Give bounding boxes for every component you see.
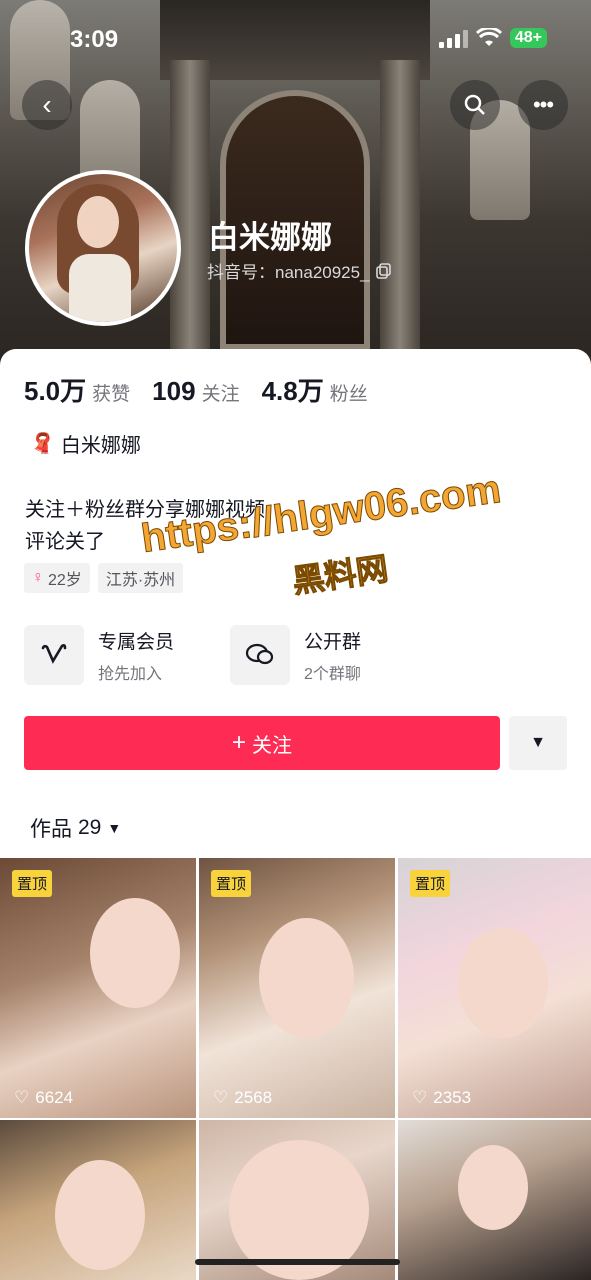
video-likes: ♡ 2353	[412, 1088, 471, 1108]
video-thumbnail[interactable]	[0, 1120, 196, 1280]
home-indicator	[195, 1259, 400, 1265]
works-tab[interactable]: 作品 29 ▼	[30, 813, 121, 843]
group-title: 公开群	[304, 631, 362, 653]
video-thumbnail[interactable]: 置顶 ♡ 2353	[398, 858, 591, 1118]
profile-tags: ♀ 22岁 江苏·苏州	[24, 563, 184, 593]
stat-followers[interactable]: 4.8万 粉丝	[262, 371, 368, 408]
stat-following[interactable]: 109 关注	[152, 376, 239, 407]
follow-label: 关注	[252, 734, 292, 757]
signature-name: 🧣 白米娜娜	[30, 429, 141, 458]
likes-count: 2568	[234, 1088, 273, 1107]
status-bar: 3:09 48+	[0, 26, 591, 56]
works-label: 作品	[30, 818, 72, 841]
group-chat-icon	[230, 625, 290, 685]
vip-membership-entry[interactable]: 专属会员 抢先加入	[24, 625, 230, 685]
recommend-dropdown-button[interactable]: ▼	[509, 716, 567, 770]
heart-icon: ♡	[213, 1088, 229, 1107]
more-icon: •••	[532, 92, 554, 117]
video-thumbnail[interactable]: 置顶 ♡ 2568	[199, 858, 395, 1118]
heart-icon: ♡	[412, 1088, 428, 1107]
pinned-badge: 置顶	[410, 870, 451, 897]
douyin-id-text: 抖音号：nana20925_	[207, 263, 370, 282]
search-button[interactable]	[450, 80, 500, 130]
location-tag-text: 江苏·苏州	[105, 572, 176, 589]
battery-indicator: 48+	[509, 28, 547, 48]
video-likes: ♡ 6624	[14, 1088, 73, 1108]
heart-icon: ♡	[14, 1088, 30, 1107]
works-count: 29	[78, 816, 102, 839]
pinned-badge: 置顶	[12, 870, 53, 897]
stat-likes: 5.0万 获赞	[24, 376, 131, 406]
more-options-button[interactable]: •••	[518, 80, 568, 130]
video-thumbnail[interactable]	[398, 1120, 591, 1280]
vip-title: 专属会员	[98, 631, 175, 653]
female-icon: ♀	[32, 569, 44, 586]
video-thumbnail[interactable]	[199, 1120, 395, 1280]
status-time: 3:09	[70, 26, 119, 53]
pinned-badge: 置顶	[211, 870, 252, 897]
scarf-icon: 🧣	[30, 433, 55, 455]
profile-stats: 5.0万 获赞 109 关注 4.8万 粉丝	[24, 371, 368, 408]
caret-down-icon: ▼	[530, 734, 546, 751]
location-tag: 江苏·苏州	[97, 563, 184, 593]
signal-icon	[438, 28, 468, 48]
age-tag-text: 22岁	[48, 572, 82, 589]
video-likes: ♡ 2568	[213, 1088, 272, 1108]
vip-v-icon	[24, 625, 84, 685]
chevron-left-icon: ‹	[42, 89, 52, 120]
video-grid: 置顶 ♡ 6624 置顶 ♡ 2568 置顶 ♡ 2353	[0, 858, 591, 1280]
plus-icon: +	[231, 729, 246, 756]
profile-name: 白米娜娜	[208, 220, 332, 255]
profile-sheet: 5.0万 获赞 109 关注 4.8万 粉丝 🧣 白米娜娜 关注＋粉丝群分享娜娜…	[0, 349, 591, 1280]
group-subtitle: 2个群聊	[304, 665, 361, 683]
back-button[interactable]: ‹	[22, 80, 72, 130]
likes-count: 6624	[35, 1088, 74, 1107]
vip-subtitle: 抢先加入	[98, 665, 163, 683]
douyin-id: 抖音号：nana20925_	[207, 258, 392, 283]
avatar[interactable]	[25, 170, 181, 326]
likes-count: 2353	[433, 1088, 472, 1107]
search-icon	[464, 94, 485, 115]
follow-button[interactable]: + 关注	[24, 716, 500, 770]
caret-down-icon: ▼	[107, 820, 122, 836]
public-group-entry[interactable]: 公开群 2个群聊	[230, 625, 436, 685]
copy-icon[interactable]	[375, 262, 392, 279]
age-tag: ♀ 22岁	[24, 563, 90, 593]
feature-entries: 专属会员 抢先加入 公开群 2个群聊	[24, 625, 436, 685]
video-thumbnail[interactable]: 置顶 ♡ 6624	[0, 858, 196, 1118]
signature-name-text: 白米娜娜	[60, 435, 141, 457]
wifi-icon	[475, 28, 502, 46]
